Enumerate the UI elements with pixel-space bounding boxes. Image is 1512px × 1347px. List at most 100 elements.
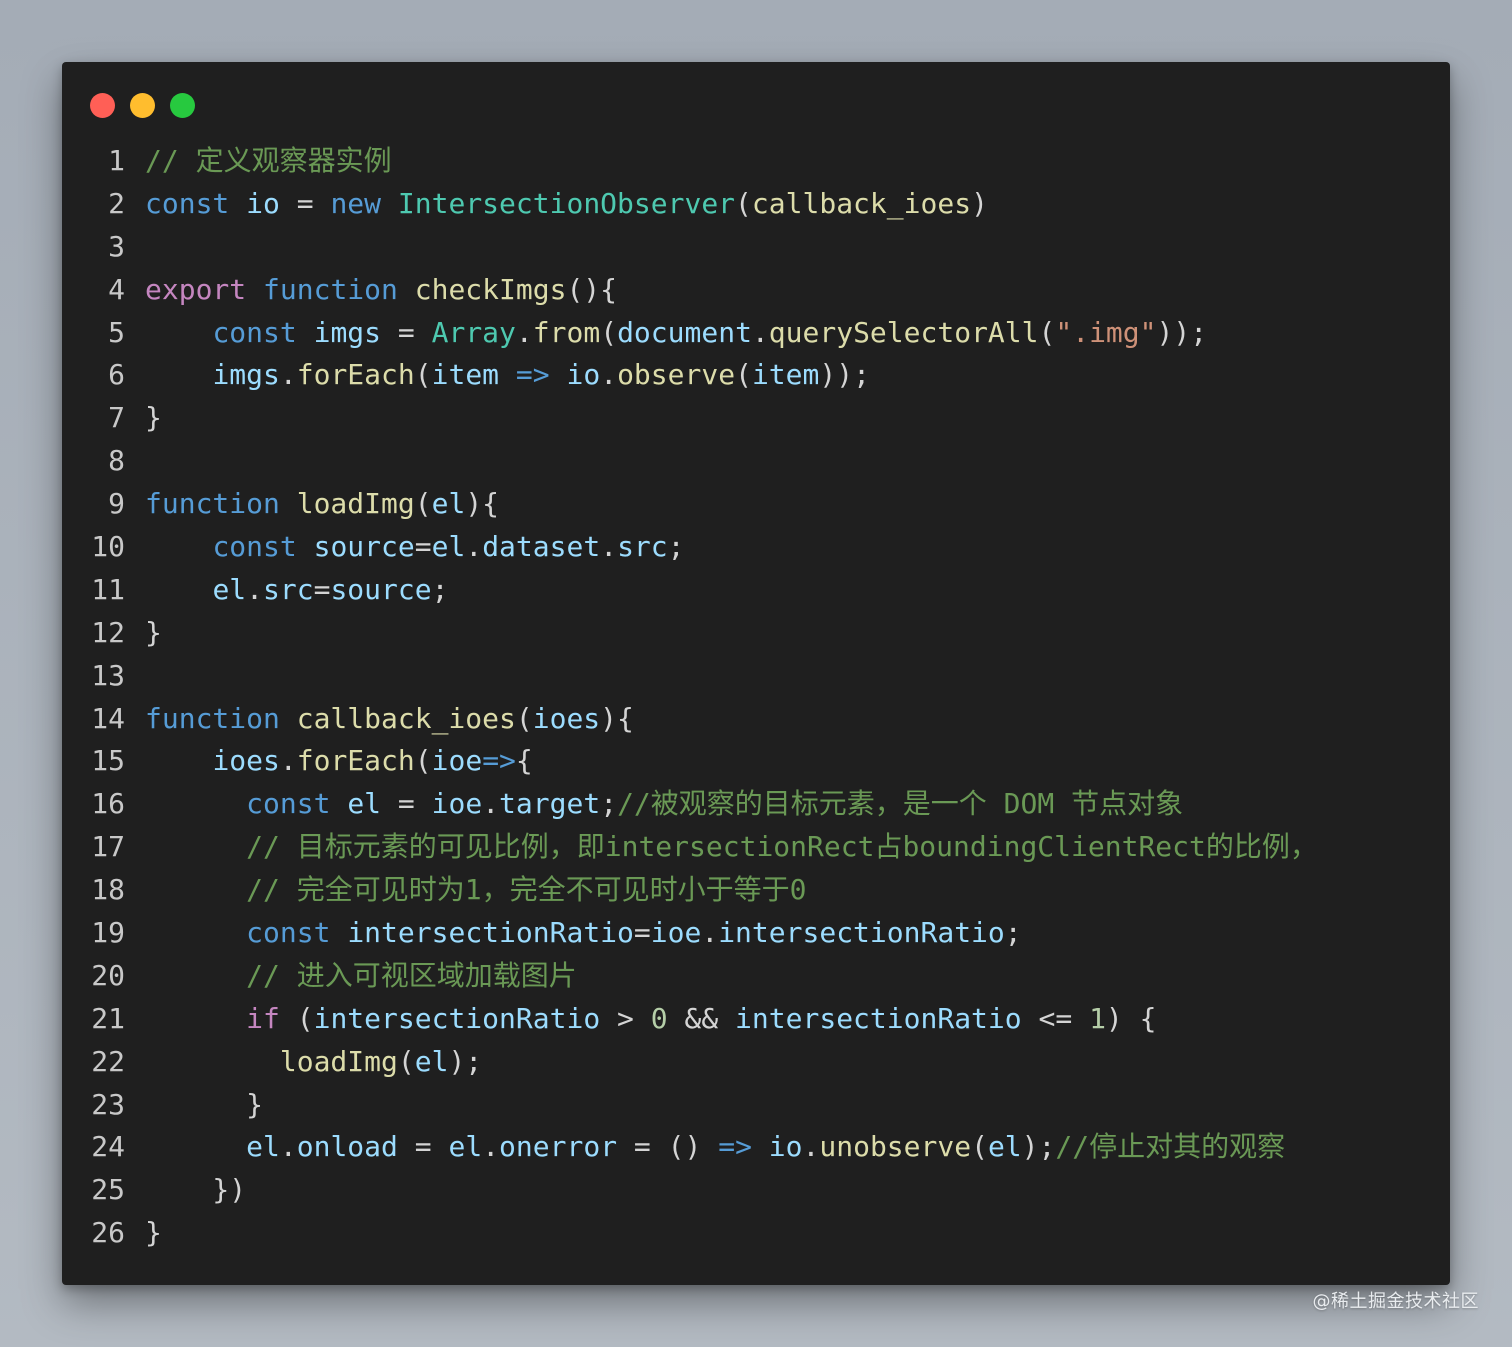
code-text: function callback_ioes(ioes){ <box>145 698 634 741</box>
code-line: 15 ioes.forEach(ioe=>{ <box>62 740 1450 783</box>
line-number: 24 <box>91 1130 125 1164</box>
code-line: 4 export function checkImgs(){ <box>62 269 1450 312</box>
token-variable: el <box>414 1044 449 1078</box>
code-line: 9 function loadImg(el){ <box>62 483 1450 526</box>
code-text: }) <box>145 1169 246 1212</box>
code-line: 13 <box>62 655 1450 698</box>
token-plain: . <box>279 1130 297 1164</box>
line-number: 4 <box>108 272 125 306</box>
token-plain: ; <box>431 572 449 606</box>
line-number: 18 <box>91 873 125 907</box>
line-number: 11 <box>91 572 125 606</box>
code-text: el.onload = el.onerror = () => io.unobse… <box>145 1126 1285 1169</box>
code-line: 23 } <box>62 1084 1450 1127</box>
code-text: imgs.forEach(item => io.observe(item)); <box>145 354 870 397</box>
token-plain: ){ <box>465 487 500 521</box>
code-line: 3 <box>62 226 1450 269</box>
token-plain: } <box>145 401 162 435</box>
token-plain: ( <box>735 358 752 392</box>
token-plain: = <box>313 572 331 606</box>
line-number: 22 <box>91 1044 125 1078</box>
code-line: 21 if (intersectionRatio > 0 && intersec… <box>62 998 1450 1041</box>
code-text: if (intersectionRatio > 0 && intersectio… <box>145 998 1156 1041</box>
code-text: // 定义观察器实例 <box>145 140 392 183</box>
line-number: 23 <box>91 1087 125 1121</box>
code-text: // 目标元素的可见比例，即intersectionRect占boundingC… <box>145 826 1318 869</box>
token-plain: ( <box>414 744 432 778</box>
token-plain: ); <box>1021 1130 1056 1164</box>
minimize-dot[interactable] <box>130 93 155 118</box>
token-variable: io <box>246 186 280 220</box>
line-number: 14 <box>91 701 125 735</box>
token-variable: el <box>347 787 382 821</box>
token-plain: . <box>482 1130 500 1164</box>
token-plain: . <box>600 530 618 564</box>
token-keyword: const <box>246 787 331 821</box>
maximize-dot[interactable] <box>170 93 195 118</box>
token-control: export <box>145 272 247 306</box>
token-comment: //停止对其的观察 <box>1055 1130 1286 1164</box>
token-plain: . <box>600 358 618 392</box>
code-line: 22 loadImg(el); <box>62 1041 1450 1084</box>
code-line: 1 // 定义观察器实例 <box>62 140 1450 183</box>
token-plain: <= <box>1021 1001 1090 1035</box>
line-number: 3 <box>108 229 125 263</box>
code-text: const el = ioe.target;//被观察的目标元素，是一个 DOM… <box>145 783 1183 826</box>
token-keyword: function <box>145 701 280 735</box>
line-number: 9 <box>108 487 125 521</box>
token-function: forEach <box>296 358 415 392</box>
token-keyword: const <box>212 530 297 564</box>
token-plain: ){ <box>600 701 634 735</box>
token-plain: ( <box>414 358 432 392</box>
code-line: 10 const source=el.dataset.src; <box>62 526 1450 569</box>
close-dot[interactable] <box>90 93 115 118</box>
token-variable: item <box>431 358 500 392</box>
line-number: 19 <box>91 916 125 950</box>
token-variable: imgs <box>212 358 280 392</box>
token-number: 0 <box>650 1001 668 1035</box>
token-function: unobserve <box>819 1130 972 1164</box>
line-number: 17 <box>91 830 125 864</box>
token-function: from <box>532 315 601 349</box>
token-function: querySelectorAll <box>768 315 1039 349</box>
code-line: 16 const el = ioe.target;//被观察的目标元素，是一个 … <box>62 783 1450 826</box>
token-variable: ioe <box>431 787 483 821</box>
token-variable: src <box>617 530 668 564</box>
token-plain: && <box>667 1001 736 1035</box>
token-plain: ( <box>397 1044 415 1078</box>
token-variable: io <box>566 358 601 392</box>
token-keyword: const <box>212 315 297 349</box>
token-variable: onerror <box>499 1130 618 1164</box>
code-text: } <box>145 1212 162 1255</box>
token-variable: intersectionRatio <box>313 1001 601 1035</box>
code-text: export function checkImgs(){ <box>145 269 617 312</box>
token-variable: source <box>313 530 415 564</box>
token-plain: . <box>279 358 297 392</box>
line-number: 12 <box>91 615 125 649</box>
token-function: forEach <box>296 744 415 778</box>
line-number: 16 <box>91 787 125 821</box>
token-variable: ioe <box>431 744 483 778</box>
token-keyword: const <box>145 186 230 220</box>
code-text: const io = new IntersectionObserver(call… <box>145 183 988 226</box>
code-text: // 进入可视区域加载图片 <box>145 955 577 998</box>
code-text: const imgs = Array.from(document.querySe… <box>145 312 1207 355</box>
line-number: 13 <box>91 658 125 692</box>
code-text: const source=el.dataset.src; <box>145 526 684 569</box>
code-line: 14 function callback_ioes(ioes){ <box>62 698 1450 741</box>
code-text: } <box>145 1084 263 1127</box>
token-plain: ( <box>1038 315 1056 349</box>
